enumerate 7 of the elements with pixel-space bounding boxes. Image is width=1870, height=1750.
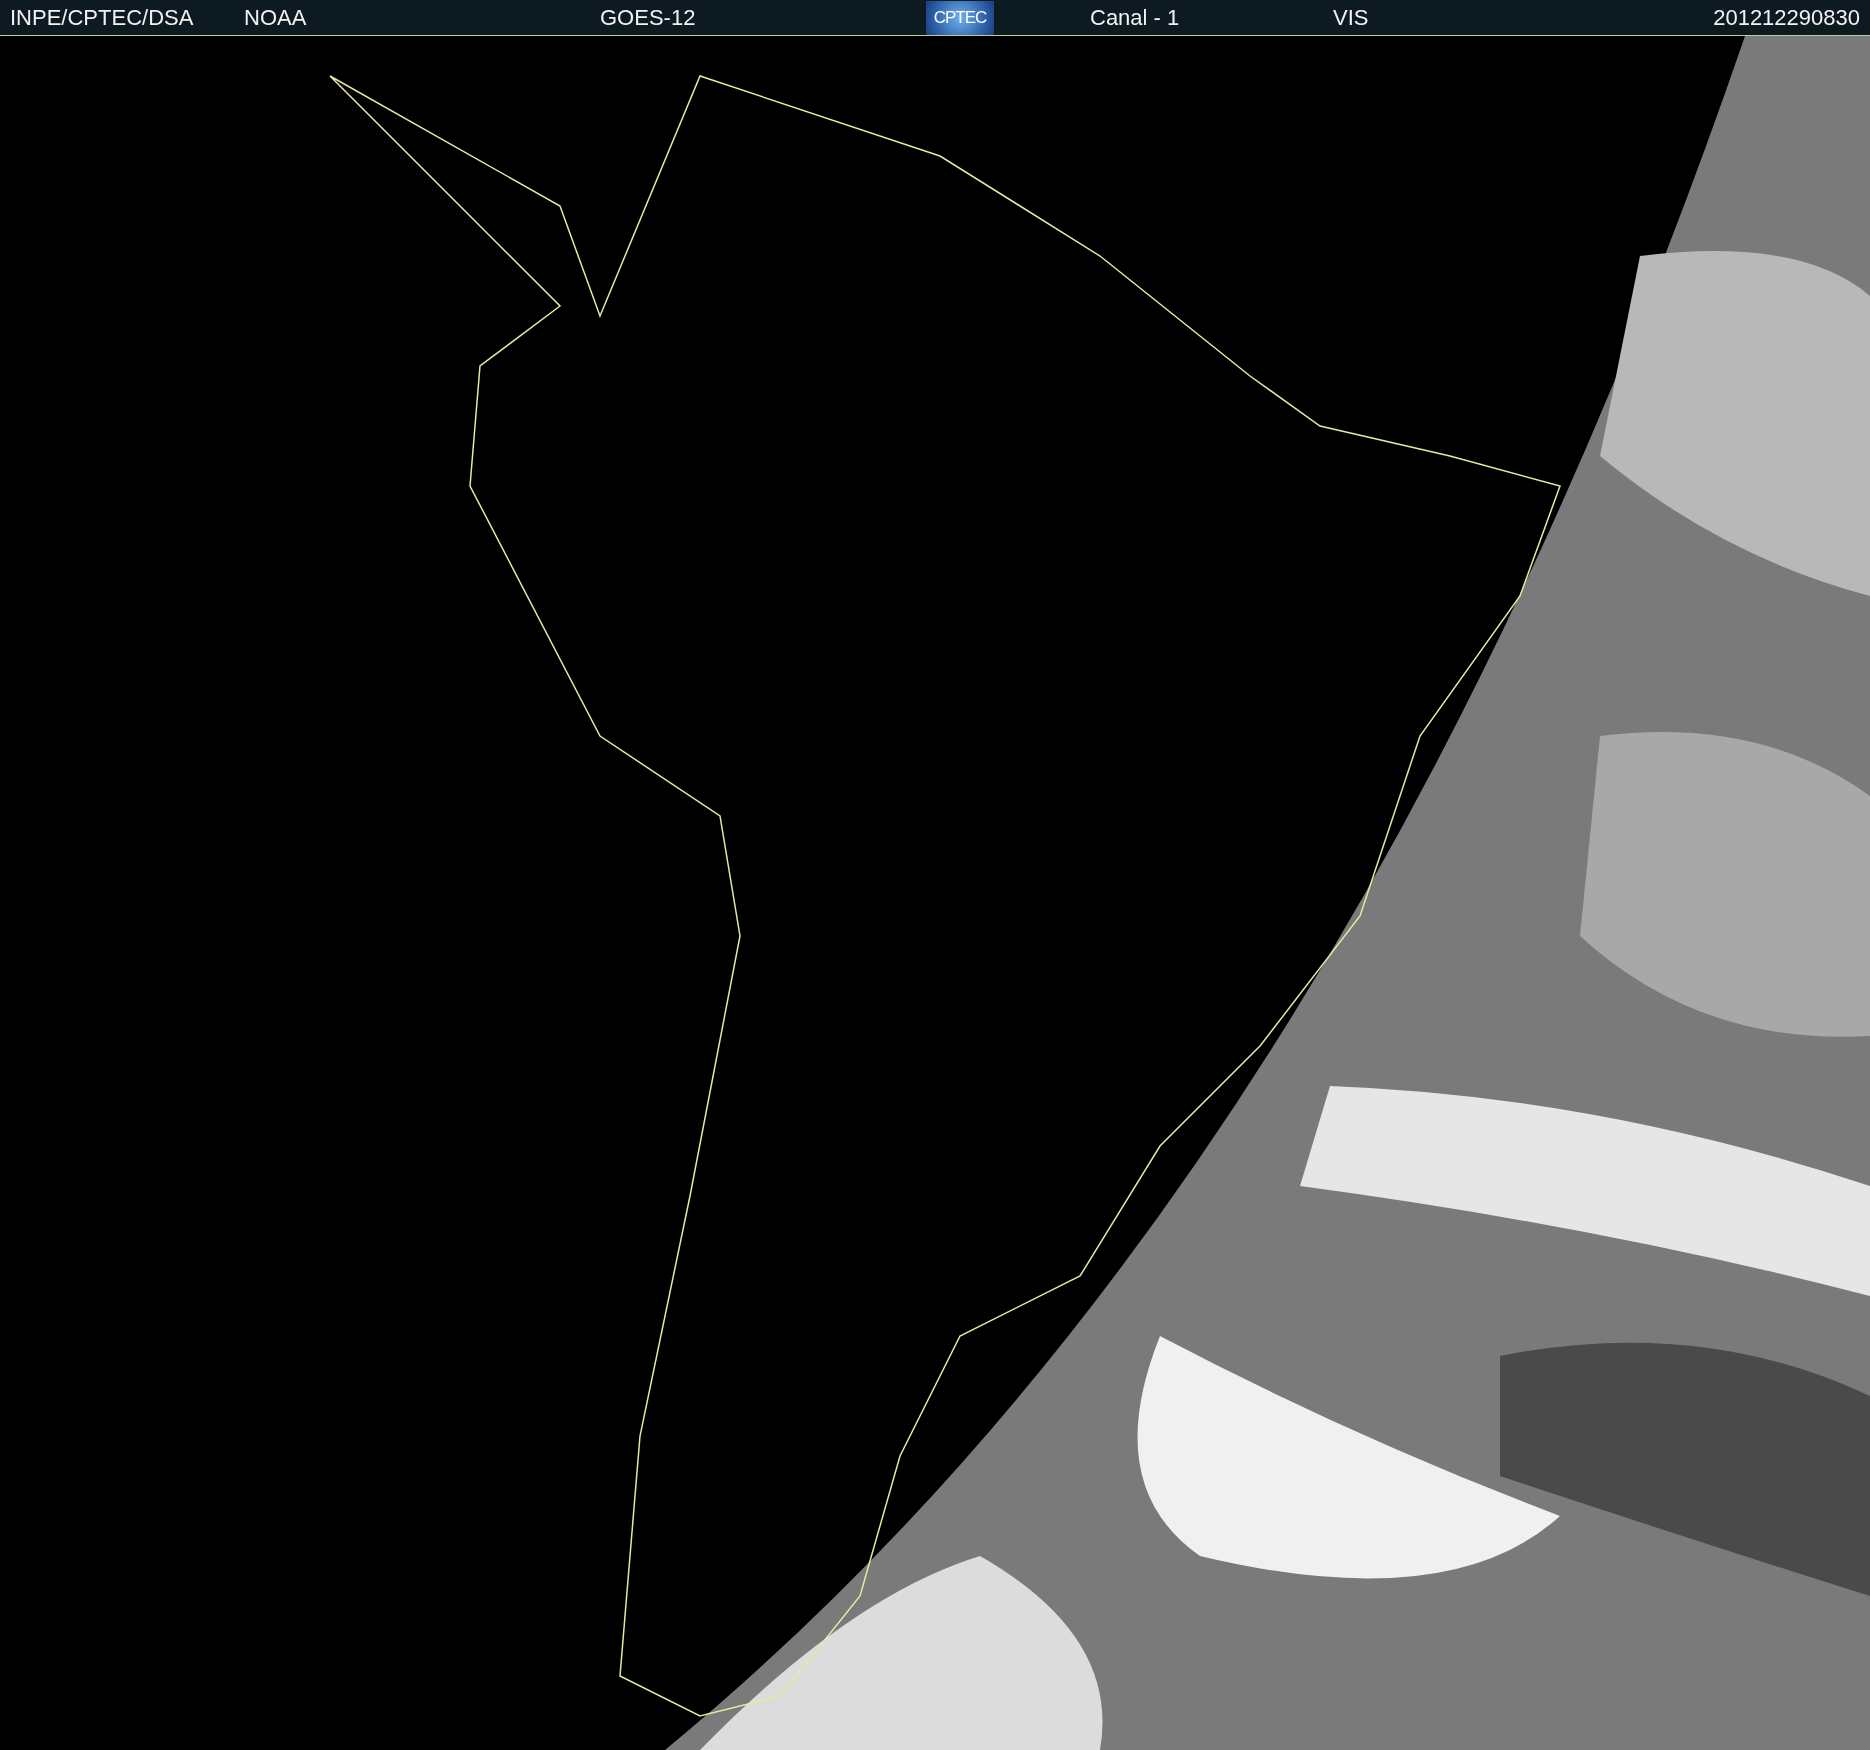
agency-label: NOAA — [244, 4, 308, 31]
logo: CPTEC — [926, 0, 994, 35]
timestamp: 201212290830 — [1713, 4, 1860, 31]
band-label: VIS — [1333, 4, 1370, 31]
source-label: INPE/CPTEC/DSA — [10, 4, 195, 31]
satellite-label: GOES-12 — [600, 4, 697, 31]
channel-label: Canal - 1 — [1090, 4, 1181, 31]
